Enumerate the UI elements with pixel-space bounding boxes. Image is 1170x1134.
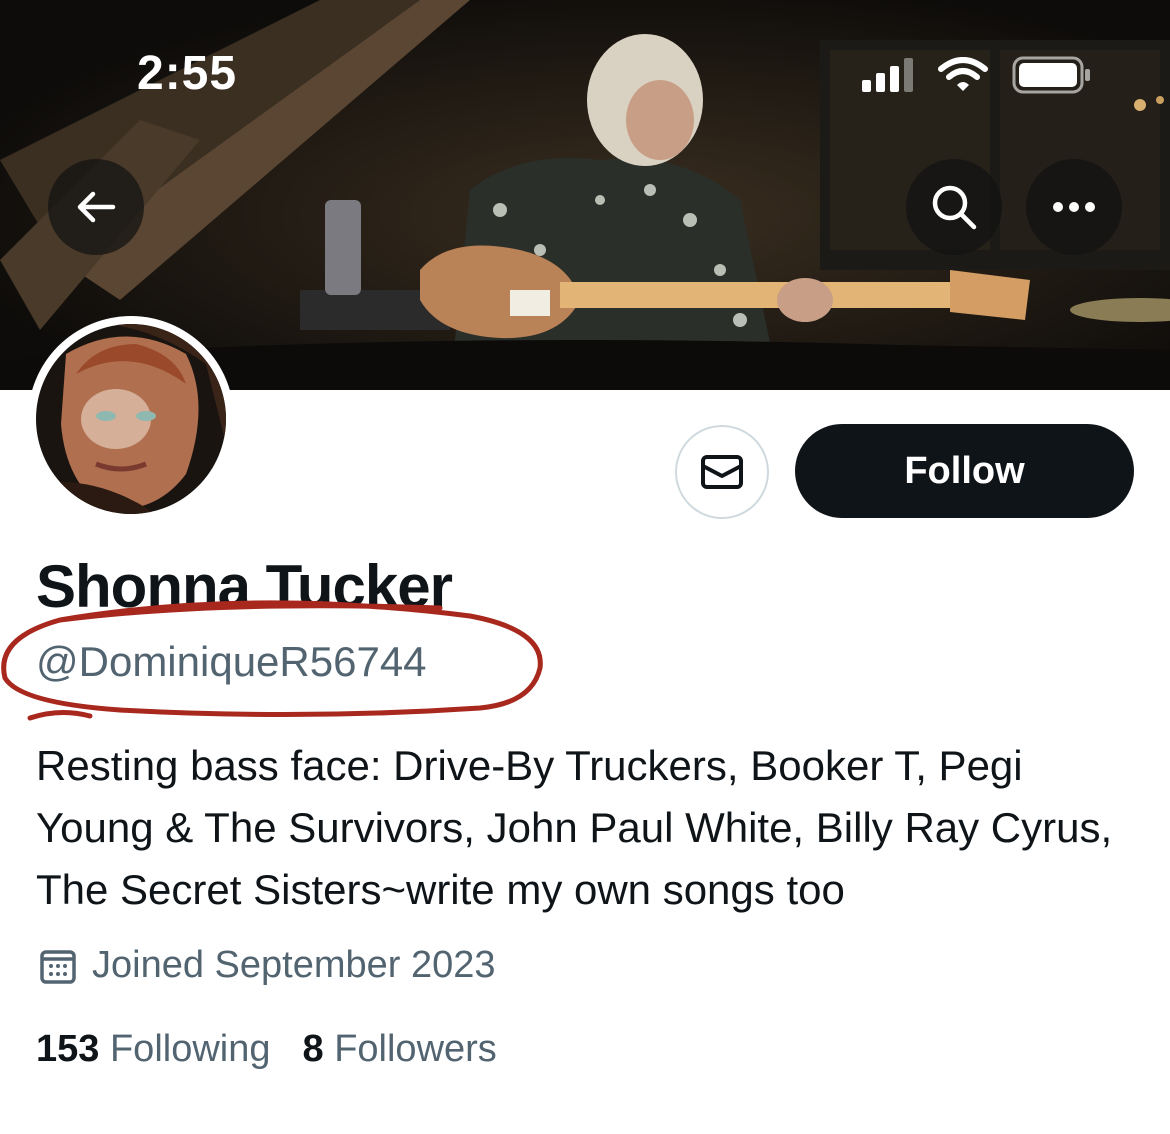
wifi-icon: [938, 57, 988, 91]
follow-button[interactable]: Follow: [795, 424, 1134, 518]
status-time: 2:55: [137, 47, 238, 100]
avatar[interactable]: [28, 316, 234, 522]
joined-date: Joined September 2023: [38, 944, 496, 987]
status-icons: [862, 56, 1092, 94]
following-count: 153: [36, 1028, 100, 1070]
calendar-icon: [40, 949, 76, 984]
followers-count: 8: [302, 1028, 324, 1070]
envelope-icon: [701, 455, 743, 489]
display-name: Shonna Tucker: [36, 553, 453, 620]
search-icon: [932, 185, 977, 230]
followers-label: Followers: [334, 1028, 497, 1070]
more-button[interactable]: [1026, 159, 1122, 255]
follow-stats: 153 Following 8 Followers: [36, 1028, 497, 1071]
bio: Resting bass face: Drive-By Truckers, Bo…: [36, 742, 1113, 913]
back-arrow-icon: [77, 191, 116, 223]
following-link[interactable]: 153 Following: [36, 1028, 271, 1071]
followers-link[interactable]: 8 Followers: [303, 1028, 497, 1071]
avatar-photo: [36, 324, 226, 514]
following-label: Following: [109, 1028, 271, 1070]
battery-icon: [1012, 56, 1090, 94]
back-button[interactable]: [48, 159, 144, 255]
joined-text: Joined September 2023: [92, 944, 496, 986]
profile-page: 2:55 Follow Shonna Tucker @DominiqueR567…: [0, 0, 1170, 1134]
handle: @DominiqueR56744: [36, 638, 427, 685]
search-button[interactable]: [906, 159, 1002, 255]
more-dots-icon: [1053, 202, 1095, 212]
message-button[interactable]: [675, 425, 769, 519]
signal-icon: [862, 58, 913, 92]
